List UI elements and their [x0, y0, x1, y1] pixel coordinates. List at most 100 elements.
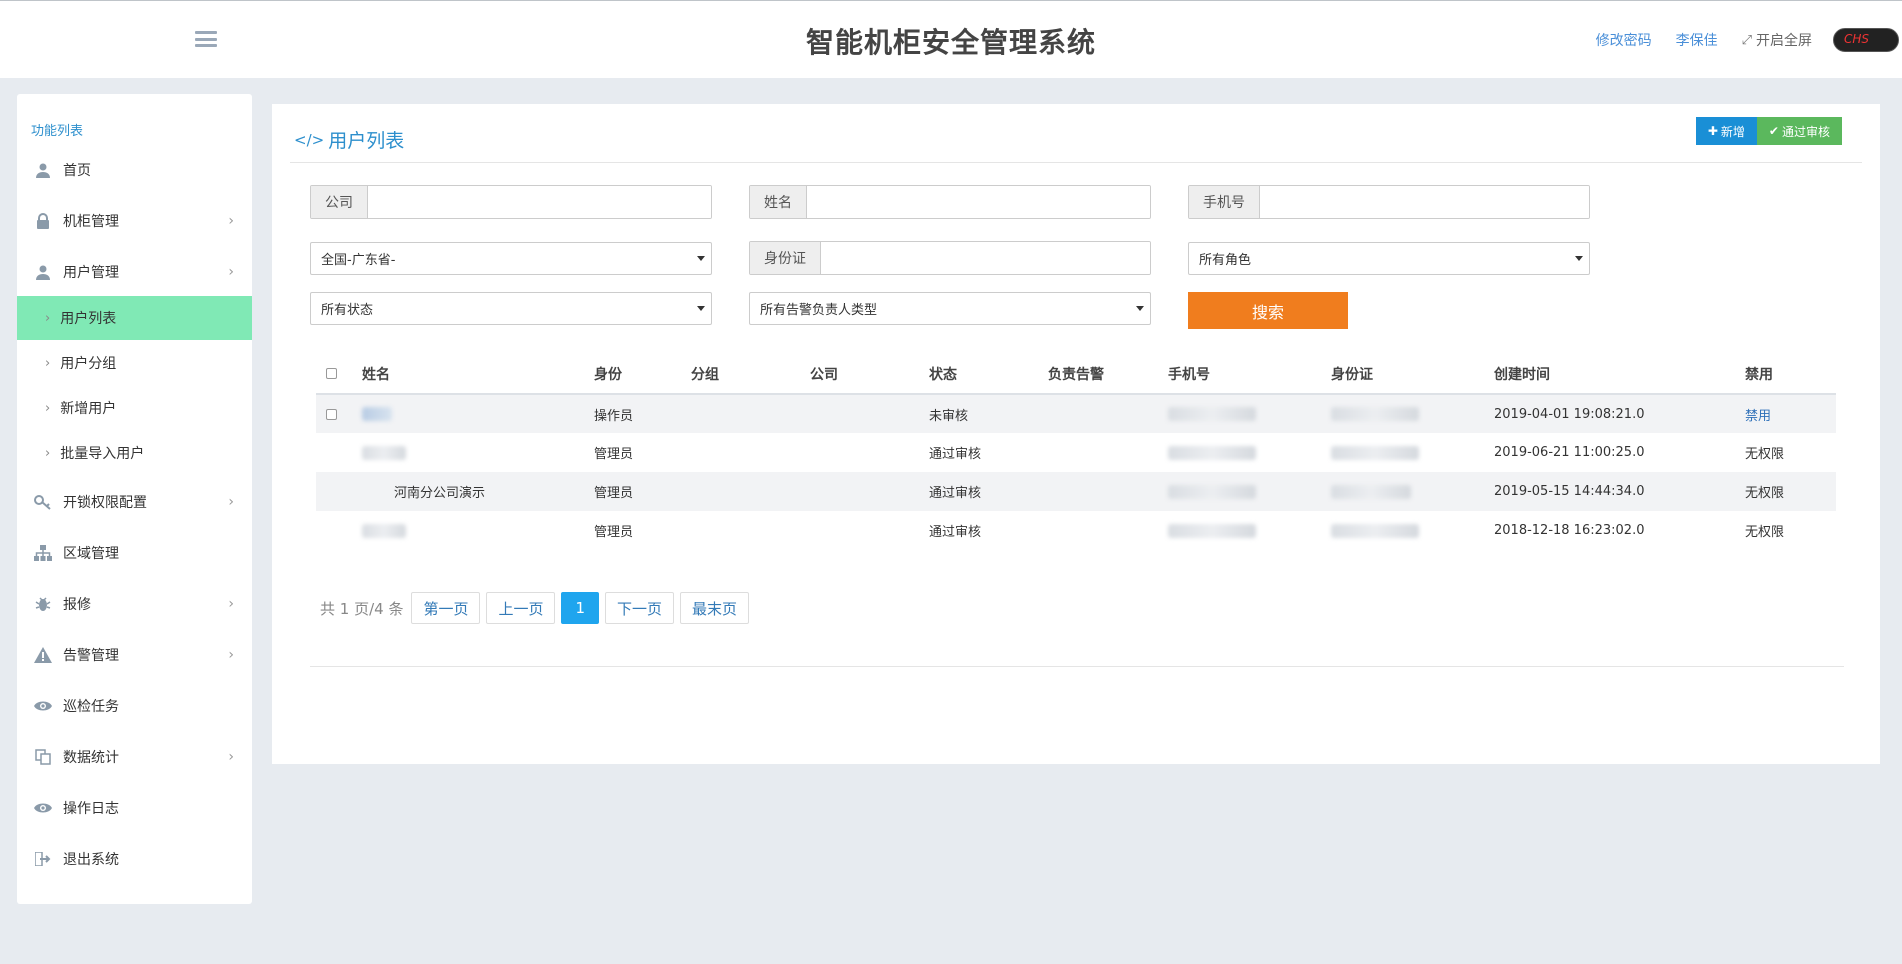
column-header[interactable]: 状态 [929, 354, 1048, 395]
column-header[interactable]: 创建时间 [1494, 354, 1745, 395]
column-header[interactable]: 身份 [594, 354, 691, 395]
column-header[interactable]: 姓名 [362, 354, 594, 395]
sidebar-item-region[interactable]: 区域管理 [17, 531, 252, 575]
table-row[interactable]: 河南分公司演示 管理员 通过审核 2019-05-15 14:44:34.0 无… [316, 472, 1836, 511]
alarm-type-select[interactable]: 所有告警负责人类型 [749, 292, 1151, 325]
sidebar-subitem-user-list[interactable]: › 用户列表 [17, 296, 252, 340]
sidebar-item-alarm[interactable]: 告警管理 › [17, 633, 252, 677]
plus-icon: ✚ [1707, 124, 1718, 138]
group-cell [691, 472, 810, 511]
language-toggle[interactable]: CHS [1833, 28, 1899, 52]
add-button[interactable]: ✚ 新增 [1695, 117, 1757, 145]
alarm-type-select-value: 所有告警负责人类型 [760, 303, 878, 318]
region-select[interactable]: 全国-广东省- [310, 242, 712, 275]
sidebar-item-unlock-permissions[interactable]: 开锁权限配置 › [17, 480, 252, 524]
phone-filter: 手机号 [1188, 185, 1590, 219]
idcard-label: 身份证 [750, 242, 821, 274]
sidebar-item-statistics[interactable]: 数据统计 › [17, 735, 252, 779]
name-cell [362, 394, 594, 433]
change-password-link[interactable]: 修改密码 [1596, 30, 1652, 50]
phone-input[interactable] [1260, 186, 1589, 218]
status-cell: 通过审核 [929, 486, 982, 501]
alarm-cell [1048, 472, 1168, 511]
disable-cell: 禁用 [1745, 394, 1836, 433]
idcard-cell [1331, 511, 1494, 550]
company-input[interactable] [368, 186, 711, 218]
column-header[interactable]: 身份证 [1331, 354, 1494, 395]
created-cell: 2019-06-21 11:00:25.0 [1494, 445, 1645, 460]
disable-cell: 无权限 [1745, 486, 1785, 501]
company-cell [810, 511, 929, 550]
column-header[interactable]: 手机号 [1168, 354, 1331, 395]
company-cell [810, 472, 929, 511]
group-cell [691, 394, 810, 433]
page-info: 共 1 页/4 条 [320, 599, 404, 618]
chevron-right-icon: › [45, 445, 51, 461]
status-select[interactable]: 所有状态 [310, 292, 712, 325]
table-row[interactable]: 操作员 未审核 2019-04-01 19:08:21.0 禁用 [316, 394, 1836, 433]
disable-link[interactable]: 禁用 [1745, 409, 1771, 424]
region-select-value: 全国-广东省- [321, 253, 396, 268]
lock-icon [33, 211, 53, 231]
company-label: 公司 [311, 186, 368, 218]
column-header[interactable]: 禁用 [1745, 354, 1836, 395]
top-header: 智能机柜安全管理系统 修改密码 李保佳 ⤢ 开启全屏 CHS [0, 0, 1902, 78]
sidebar-subitem-label: 新增用户 [60, 401, 117, 417]
sidebar-subitem-import-users[interactable]: › 批量导入用户 [17, 431, 252, 475]
row-select-cell [316, 394, 362, 433]
role-select[interactable]: 所有角色 [1188, 242, 1590, 275]
sidebar-subitem-label: 批量导入用户 [60, 446, 145, 462]
sidebar-item-repair[interactable]: 报修 › [17, 582, 252, 626]
phone-cell [1168, 511, 1331, 550]
fullscreen-link[interactable]: ⤢ 开启全屏 [1742, 30, 1812, 50]
name-filter: 姓名 [749, 185, 1151, 219]
approve-button-label: 通过审核 [1781, 124, 1830, 139]
divider [310, 666, 1844, 667]
table-row[interactable]: 管理员 通过审核 2018-12-18 16:23:02.0 无权限 [316, 511, 1836, 550]
prev-page-button[interactable]: 上一页 [486, 592, 556, 624]
main-panel: </> 用户列表 ✚ 新增 ✔ 通过审核 公司 姓名 手机号 全国-广东省- 身… [272, 104, 1880, 764]
sidebar-subitem-user-group[interactable]: › 用户分组 [17, 341, 252, 385]
sidebar-item-operation-log[interactable]: 操作日志 [17, 786, 252, 830]
role-cell: 管理员 [594, 486, 634, 501]
name-input[interactable] [807, 186, 1150, 218]
table-header-row: 姓名 身份 分组 公司 状态 负责告警 手机号 身份证 创建时间 禁用 [316, 354, 1836, 395]
chevron-right-icon: › [228, 749, 234, 765]
column-header[interactable]: 分组 [691, 354, 810, 395]
username-link[interactable]: 李保佳 [1676, 30, 1718, 50]
sidebar-item-logout[interactable]: 退出系统 [17, 837, 252, 881]
name-label: 姓名 [750, 186, 807, 218]
idcard-input[interactable] [821, 242, 1150, 274]
company-filter: 公司 [310, 185, 712, 219]
current-page-button[interactable]: 1 [561, 592, 600, 624]
role-cell: 管理员 [594, 447, 634, 462]
column-header[interactable]: 公司 [810, 354, 929, 395]
sidebar-item-home[interactable]: 首页 [17, 148, 252, 192]
phone-cell [1168, 433, 1331, 472]
redacted-idcard [1331, 523, 1419, 538]
table-row[interactable]: 管理员 通过审核 2019-06-21 11:00:25.0 无权限 [316, 433, 1836, 472]
sidebar-item-cabinet[interactable]: 机柜管理 › [17, 199, 252, 243]
search-button[interactable]: 搜索 [1188, 292, 1348, 329]
chevron-right-icon: › [228, 264, 234, 280]
sidebar-item-label: 巡检任务 [63, 699, 119, 715]
column-header[interactable]: 负责告警 [1048, 354, 1168, 395]
select-all-checkbox[interactable] [326, 368, 337, 379]
caret-down-icon [1575, 256, 1583, 261]
group-cell [691, 433, 810, 472]
redacted-phone [1168, 484, 1256, 499]
approve-button[interactable]: ✔ 通过审核 [1756, 117, 1842, 145]
redacted-idcard [1331, 484, 1411, 499]
row-select-cell [316, 511, 362, 550]
warning-icon [33, 645, 53, 665]
sidebar-subitem-add-user[interactable]: › 新增用户 [17, 386, 252, 430]
first-page-button[interactable]: 第一页 [411, 592, 481, 624]
row-checkbox[interactable] [326, 408, 337, 420]
sidebar-item-inspection[interactable]: 巡检任务 [17, 684, 252, 728]
redacted-name [362, 445, 406, 460]
sidebar-item-users[interactable]: 用户管理 › [17, 250, 252, 294]
next-page-button[interactable]: 下一页 [605, 592, 675, 624]
last-page-button[interactable]: 最末页 [680, 592, 750, 624]
chevron-right-icon: › [45, 355, 51, 371]
created-cell: 2019-04-01 19:08:21.0 [1494, 406, 1645, 422]
